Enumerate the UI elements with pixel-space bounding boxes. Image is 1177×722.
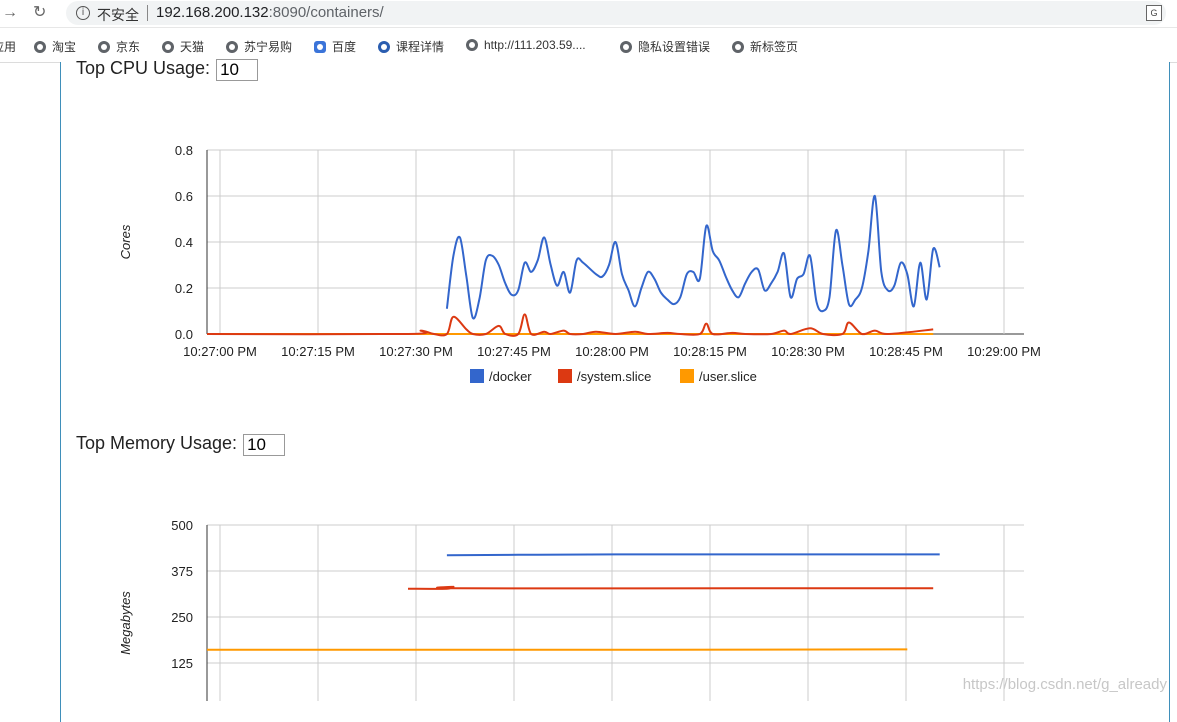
x-tick-label: 10:27:15 PM bbox=[281, 344, 355, 359]
x-tick-label: 10:29:00 PM bbox=[967, 344, 1041, 359]
x-tick-label: 10:27:45 PM bbox=[477, 344, 551, 359]
series-line-docker bbox=[447, 554, 940, 555]
legend-swatch bbox=[470, 369, 484, 383]
legend-label: /user.slice bbox=[699, 369, 757, 384]
x-tick-label: 10:27:00 PM bbox=[183, 344, 257, 359]
series-line-systemslice bbox=[408, 587, 933, 589]
y-axis-label: Cores bbox=[118, 224, 133, 259]
y-tick-label: 250 bbox=[171, 610, 193, 625]
y-tick-label: 0.2 bbox=[175, 281, 193, 296]
legend-swatch bbox=[680, 369, 694, 383]
series-line-systemslice bbox=[207, 314, 933, 335]
x-tick-label: 10:28:00 PM bbox=[575, 344, 649, 359]
x-tick-label: 10:28:30 PM bbox=[771, 344, 845, 359]
legend-label: /system.slice bbox=[577, 369, 651, 384]
watermark: https://blog.csdn.net/g_already bbox=[963, 676, 1167, 693]
x-tick-label: 10:27:30 PM bbox=[379, 344, 453, 359]
legend-label: /docker bbox=[489, 369, 532, 384]
cpu-usage-chart: 0.8 0.6 0.4 0.2 0.0 Cores 10:27:00 PM 10:27:15 … bbox=[0, 0, 1177, 701]
y-tick-label: 0.0 bbox=[175, 327, 193, 342]
y-tick-label: 125 bbox=[171, 656, 193, 671]
y-tick-label: 375 bbox=[171, 564, 193, 579]
x-tick-label: 10:28:15 PM bbox=[673, 344, 747, 359]
series-line-docker bbox=[447, 196, 940, 319]
legend-swatch bbox=[558, 369, 572, 383]
y-tick-label: 0.6 bbox=[175, 189, 193, 204]
y-tick-label: 0.4 bbox=[175, 235, 193, 250]
y-axis-label: Megabytes bbox=[118, 591, 133, 655]
x-tick-label: 10:28:45 PM bbox=[869, 344, 943, 359]
y-tick-label: 0.8 bbox=[175, 143, 193, 158]
y-tick-label: 500 bbox=[171, 518, 193, 533]
